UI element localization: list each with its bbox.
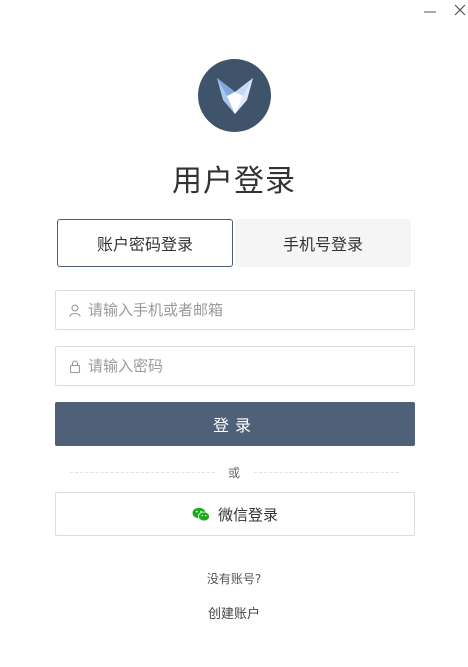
tab-account-password-login[interactable]: 账户密码登录 — [57, 219, 233, 267]
fox-logo-icon — [216, 77, 253, 114]
page-title: 用户登录 — [172, 164, 296, 199]
close-icon — [454, 4, 466, 16]
minimize-icon — [424, 11, 436, 13]
login-button[interactable]: 登录 — [55, 402, 415, 446]
username-field[interactable] — [55, 290, 415, 330]
user-icon — [68, 303, 82, 317]
wechat-login-button[interactable]: 微信登录 — [55, 492, 415, 536]
password-field[interactable] — [55, 346, 415, 386]
app-logo — [198, 59, 271, 132]
minimize-button[interactable] — [417, 0, 443, 20]
wechat-icon — [192, 507, 210, 522]
wechat-login-label: 微信登录 — [217, 505, 278, 524]
divider-line-right — [254, 472, 399, 473]
tab-phone-login[interactable]: 手机号登录 — [235, 219, 411, 267]
lock-icon — [68, 359, 82, 373]
no-account-text: 没有账号? — [206, 572, 262, 586]
username-input[interactable] — [86, 300, 414, 320]
create-account-link[interactable]: 创建账户 — [0, 603, 468, 622]
close-button[interactable] — [447, 0, 468, 20]
password-input[interactable] — [86, 356, 414, 376]
